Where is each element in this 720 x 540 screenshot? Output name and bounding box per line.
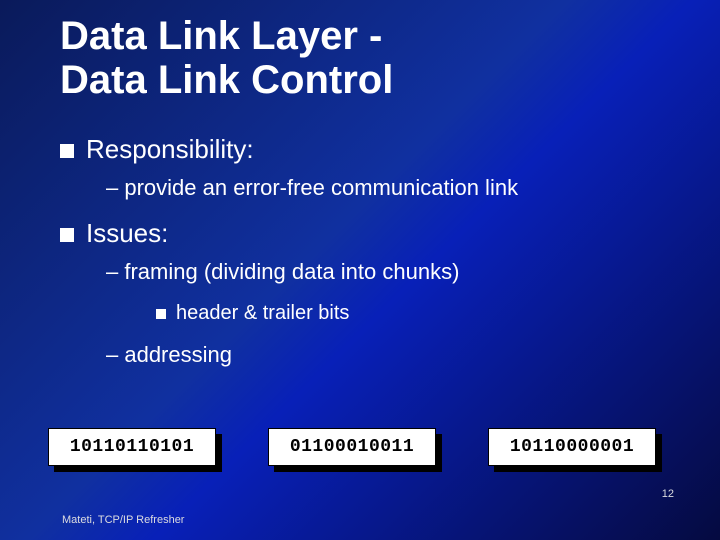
slide-title: Data Link Layer - Data Link Control [60, 14, 684, 102]
bullet-issues: Issues: [60, 214, 684, 253]
slide-body: Responsibility: – provide an error-free … [60, 130, 684, 371]
slide-footer: Mateti, TCP/IP Refresher [62, 514, 184, 526]
sub-bullet: – framing (dividing data into chunks) [106, 255, 684, 288]
chunk-value: 10110000001 [488, 428, 656, 466]
sub-sub-bullet: header & trailer bits [156, 298, 684, 328]
sub-bullet: – addressing [106, 338, 684, 371]
data-chunk: 01100010011 [268, 428, 436, 466]
data-chunk: 10110110101 [48, 428, 216, 466]
slide: Data Link Layer - Data Link Control Resp… [0, 0, 720, 540]
square-bullet-icon [60, 144, 74, 158]
chunk-value: 01100010011 [268, 428, 436, 466]
bullet-label: Responsibility: [86, 130, 254, 169]
square-bullet-icon [60, 228, 74, 242]
sub-sub-text: header & trailer bits [176, 298, 349, 328]
data-chunk: 10110000001 [488, 428, 656, 466]
sub-bullet: – provide an error-free communication li… [106, 171, 684, 204]
square-bullet-icon [156, 309, 166, 319]
page-number: 12 [662, 488, 674, 500]
data-chunks-row: 10110110101 01100010011 10110000001 [48, 428, 656, 466]
chunk-value: 10110110101 [48, 428, 216, 466]
bullet-label: Issues: [86, 214, 168, 253]
bullet-responsibility: Responsibility: [60, 130, 684, 169]
